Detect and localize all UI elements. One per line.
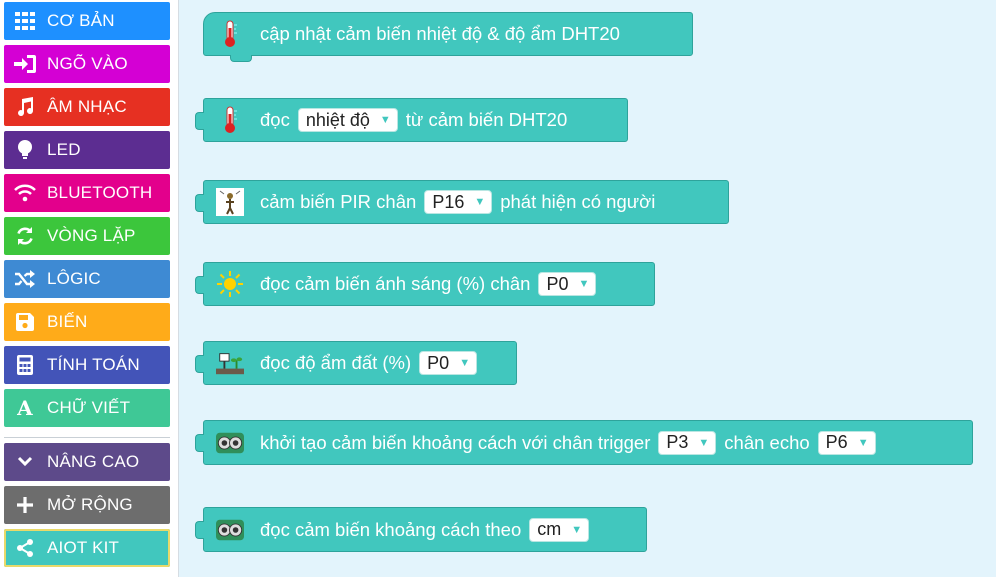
category-chu-viet[interactable]: A CHỮ VIẾT (4, 389, 170, 427)
category-label: ÂM NHẠC (47, 97, 127, 116)
category-label: CƠ BẢN (47, 11, 115, 30)
thermometer-icon (216, 106, 244, 134)
block-pir-sensor[interactable]: cảm biến PIR chân P16 ▼ phát hiện có ngườ… (195, 180, 729, 224)
category-aiot-kit[interactable]: AIOT KIT (4, 529, 170, 567)
category-bien[interactable]: BIẾN (4, 303, 170, 341)
toolbox: CƠ BẢN NGÕ VÀO ÂM NHẠC LED BLUETOOTH VÒN… (0, 0, 179, 577)
block-text: cảm biến PIR chân (260, 191, 417, 212)
workspace[interactable]: cập nhật cảm biến nhiệt độ & độ ẩm DHT20… (179, 0, 996, 577)
category-co-ban[interactable]: CƠ BẢN (4, 2, 170, 40)
shuffle-icon (14, 268, 36, 290)
category-logic[interactable]: LÔGIC (4, 260, 170, 298)
block-text: phát hiện có người (500, 191, 656, 212)
category-label: LED (47, 140, 81, 159)
dropdown-arrow-icon: ▼ (698, 436, 710, 449)
dropdown-arrow-icon: ▼ (578, 278, 590, 290)
pin-dropdown[interactable]: P0 ▼ (419, 351, 478, 375)
block-soil-moisture[interactable]: đọc độ ẩm đất (%) P0 ▼ (195, 341, 517, 385)
block-ultrasonic-read[interactable]: đọc cảm biến khoảng cách theo cm ▼ (195, 507, 647, 552)
category-mo-rong[interactable]: MỞ RỘNG (4, 486, 170, 524)
measure-dropdown[interactable]: nhiệt độ ▼ (297, 108, 398, 132)
dropdown-arrow-icon: ▼ (571, 523, 583, 536)
category-label: BLUETOOTH (47, 183, 153, 202)
category-label: LÔGIC (47, 269, 101, 288)
sun-icon (216, 270, 244, 298)
trigger-pin-dropdown[interactable]: P3 ▼ (658, 430, 717, 455)
refresh-icon (14, 225, 36, 247)
category-label: AIOT KIT (47, 538, 120, 557)
category-label: NÂNG CAO (47, 452, 140, 471)
block-text: cập nhật cảm biến nhiệt độ & độ ẩm DHT20 (260, 23, 620, 44)
category-ngo-vao[interactable]: NGÕ VÀO (4, 45, 170, 83)
block-text: từ cảm biến DHT20 (405, 109, 568, 130)
category-label: VÒNG LẶP (47, 226, 136, 245)
ultrasonic-sensor-icon (216, 429, 244, 457)
dropdown-value: cm (537, 519, 562, 539)
dropdown-value: nhiệt độ (305, 109, 370, 130)
category-bluetooth[interactable]: BLUETOOTH (4, 174, 170, 212)
category-vong-lap[interactable]: VÒNG LẶP (4, 217, 170, 255)
dropdown-value: P6 (825, 432, 848, 452)
block-text: đọc độ ẩm đất (%) (260, 352, 412, 373)
sign-in-icon (14, 53, 36, 75)
dropdown-arrow-icon: ▼ (459, 357, 471, 369)
pin-dropdown[interactable]: P16 ▼ (424, 190, 493, 214)
dropdown-value: P16 (432, 191, 465, 212)
dropdown-arrow-icon: ▼ (474, 196, 486, 208)
category-tinh-toan[interactable]: TÍNH TOÁN (4, 346, 170, 384)
block-update-dht20[interactable]: cập nhật cảm biến nhiệt độ & độ ẩm DHT20 (203, 12, 693, 62)
toolbox-divider (4, 437, 170, 438)
category-nang-cao[interactable]: NÂNG CAO (4, 443, 170, 481)
category-led[interactable]: LED (4, 131, 170, 169)
category-am-nhac[interactable]: ÂM NHẠC (4, 88, 170, 126)
soil-sensor-icon (216, 349, 244, 377)
dropdown-arrow-icon: ▼ (379, 114, 391, 126)
wifi-icon (14, 182, 36, 204)
category-label: MỞ RỘNG (47, 495, 133, 514)
block-read-dht20[interactable]: đọc nhiệt độ ▼ từ cảm biến DHT20 (195, 98, 628, 142)
category-label: TÍNH TOÁN (47, 355, 140, 374)
thermometer-icon (216, 20, 244, 48)
pir-person-icon (216, 188, 244, 216)
ultrasonic-sensor-icon (216, 516, 244, 544)
category-label: NGÕ VÀO (47, 54, 128, 73)
dropdown-value: P3 (666, 432, 689, 452)
save-icon (14, 311, 36, 333)
dropdown-value: P0 (427, 352, 450, 373)
unit-dropdown[interactable]: cm ▼ (529, 517, 590, 542)
font-icon: A (17, 396, 33, 420)
block-text: khởi tạo cảm biến khoảng cách với chân t… (260, 431, 651, 453)
block-text: đọc cảm biến ánh sáng (%) chân (260, 273, 531, 294)
category-label: BIẾN (47, 312, 88, 331)
block-ultrasonic-init[interactable]: khởi tạo cảm biến khoảng cách với chân t… (195, 420, 973, 465)
plus-icon (14, 494, 36, 516)
calculator-icon (14, 354, 36, 376)
echo-pin-dropdown[interactable]: P6 ▼ (817, 430, 876, 455)
block-text: chân echo (724, 431, 810, 453)
block-text: đọc cảm biến khoảng cách theo (260, 518, 522, 540)
category-label: CHỮ VIẾT (47, 398, 131, 417)
dropdown-arrow-icon: ▼ (857, 436, 869, 449)
block-light-sensor[interactable]: đọc cảm biến ánh sáng (%) chân P0 ▼ (195, 262, 655, 306)
share-icon (14, 537, 36, 559)
dropdown-value: P0 (546, 273, 569, 294)
lightbulb-icon (14, 139, 36, 161)
grid-icon (14, 10, 36, 32)
chevron-down-icon (14, 451, 36, 473)
block-text: đọc (260, 109, 290, 130)
pin-dropdown[interactable]: P0 ▼ (538, 272, 597, 296)
music-note-icon (14, 96, 36, 118)
